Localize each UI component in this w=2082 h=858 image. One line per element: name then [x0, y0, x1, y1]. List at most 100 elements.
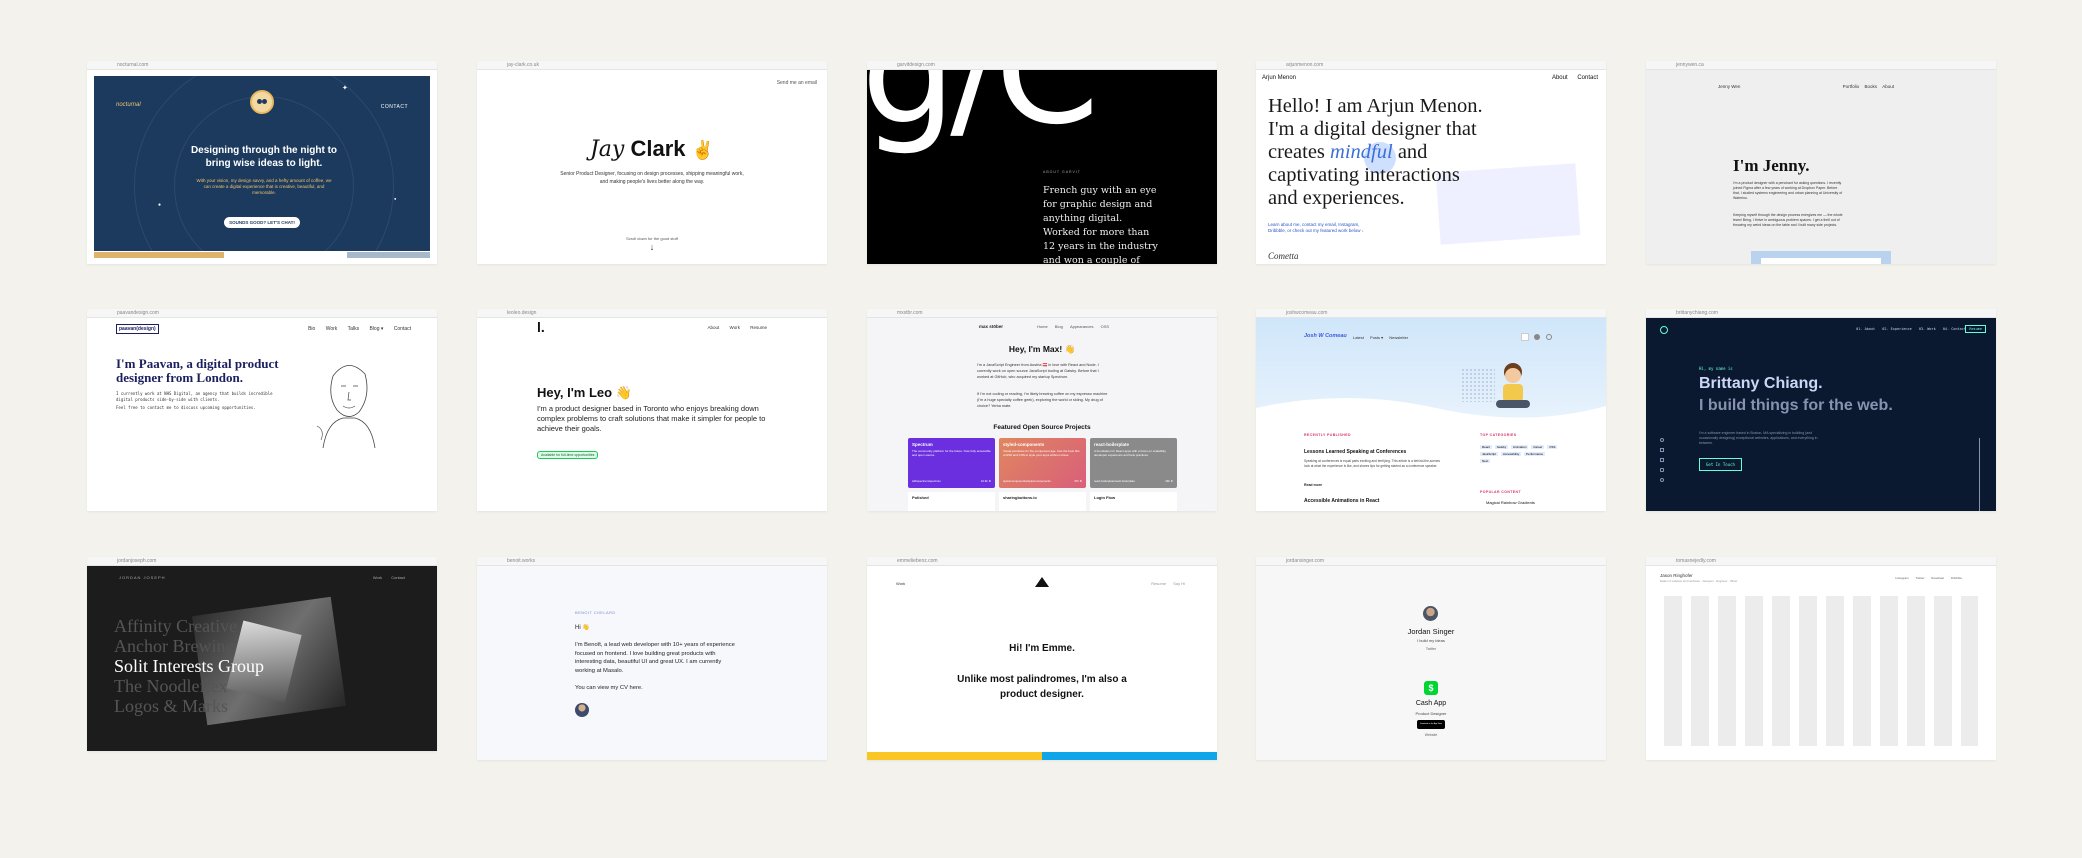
screenshot-card-jordan-joseph[interactable]: jordanjoseph.com JORDAN JOSEPH Work Cont…: [87, 557, 437, 751]
nav-work[interactable]: Work: [373, 575, 382, 580]
site-name[interactable]: Arjun Menon: [1262, 75, 1296, 81]
category-tag[interactable]: Performance: [1524, 452, 1546, 456]
intro-links[interactable]: Learn about me, contact my email, Instag…: [1268, 222, 1368, 234]
nav-blog[interactable]: Blog ▾: [369, 326, 383, 332]
category-tag[interactable]: Gatsby: [1494, 445, 1509, 449]
project-card-small[interactable]: Login Flow: [1090, 492, 1177, 511]
nav-instagram[interactable]: Instagram: [1895, 576, 1908, 580]
post-title[interactable]: Accessible Animations in React: [1304, 498, 1379, 504]
screenshot-card-nocturnal[interactable]: nocturnal.com nocturnal CONTACT ✦ ● ● De…: [87, 61, 437, 264]
category-tag[interactable]: Next: [1480, 459, 1491, 463]
nav-contact[interactable]: Contact: [1577, 75, 1598, 81]
nav-appearances[interactable]: Appearances: [1070, 324, 1094, 329]
nav-work[interactable]: Work: [896, 581, 905, 586]
category-tag[interactable]: React: [1480, 445, 1492, 449]
nav-bio[interactable]: Bio: [308, 326, 315, 332]
category-tag[interactable]: Accessibility: [1500, 452, 1522, 456]
rss-icon[interactable]: [1521, 333, 1529, 341]
nav-about[interactable]: About: [1882, 84, 1894, 89]
instagram-icon[interactable]: [1660, 468, 1664, 472]
site-name[interactable]: Jenny Wen: [1718, 84, 1740, 89]
nav-talks[interactable]: Talks: [348, 326, 359, 332]
screenshot-card-brittany[interactable]: brittanychiang.com 01. About 02. Experie…: [1646, 309, 1996, 511]
screenshot-card-jay-clark[interactable]: jay-clark.co.uk Send me an email Jay Cla…: [477, 61, 827, 264]
twitter-link[interactable]: Twitter: [1256, 647, 1606, 651]
github-icon[interactable]: [1660, 438, 1664, 442]
nav-oss[interactable]: OSS: [1101, 324, 1109, 329]
popular-item[interactable]: Magical Rainbow Gradients: [1486, 500, 1535, 505]
nav-contact[interactable]: Contact: [394, 326, 411, 332]
project-card-small[interactable]: Polished: [908, 492, 995, 511]
theme-toggle-icon[interactable]: [1534, 334, 1540, 340]
site-title[interactable]: Jason Ringhofer: [1660, 573, 1693, 578]
nav-contact[interactable]: Contact: [391, 575, 405, 580]
app-store-badge[interactable]: Download on the App Store: [1417, 720, 1445, 729]
nav-books[interactable]: Books: [1864, 84, 1877, 89]
email-link[interactable]: Send me an email: [777, 80, 817, 86]
screenshot-card-benoit[interactable]: benoit.works BENOIT CHELARD Hi 👋 I'm Ben…: [477, 557, 827, 760]
site-logo[interactable]: l.: [537, 319, 545, 335]
logo-icon[interactable]: [1035, 577, 1049, 587]
nav-portfolio[interactable]: Portfolio: [1843, 84, 1860, 89]
twitter-icon[interactable]: [1660, 478, 1664, 482]
nav-blog[interactable]: Blog: [1055, 324, 1063, 329]
screenshot-card-jason[interactable]: tomasnejedly.com Jason Ringhofer Maker o…: [1646, 557, 1996, 760]
nav-readcast[interactable]: Readcast: [1931, 576, 1944, 580]
nav-home[interactable]: Home: [1037, 324, 1048, 329]
screenshot-card-jenny[interactable]: jennywen.ca Jenny Wen Portfolio Books Ab…: [1646, 61, 1996, 264]
cv-paragraph[interactable]: You can view my CV here.: [575, 685, 643, 691]
project-link[interactable]: Anchor Brewing: [114, 636, 264, 656]
nav-about[interactable]: About: [708, 325, 720, 330]
nav-resume[interactable]: Resume: [1151, 581, 1166, 586]
nav-dribbble[interactable]: Dribbble: [1951, 576, 1962, 580]
project-link[interactable]: The Noodleflex: [114, 676, 264, 696]
project-card[interactable]: Spectrum The community platform for the …: [908, 438, 995, 488]
nav-work[interactable]: Work: [730, 325, 740, 330]
site-logo[interactable]: Josh W Comeau: [1304, 333, 1347, 339]
linkedin-icon[interactable]: [1660, 448, 1664, 452]
contact-link[interactable]: CONTACT: [381, 104, 408, 110]
nav-about[interactable]: 01. About: [1856, 327, 1875, 331]
category-tag[interactable]: CSS: [1547, 445, 1558, 449]
sound-icon[interactable]: [1546, 334, 1552, 340]
project-link[interactable]: Affinity Creative: [114, 616, 264, 636]
site-logo[interactable]: paavan(design): [116, 324, 159, 334]
nav-resume[interactable]: Resume: [750, 325, 767, 330]
project-card-small[interactable]: sharingbuttons.io: [999, 492, 1086, 511]
project-link[interactable]: Logos & Marks: [114, 696, 264, 716]
get-in-touch-button[interactable]: Get In Touch: [1699, 458, 1742, 471]
screenshot-card-paavan[interactable]: paavandesign.com paavan(design) Bio Work…: [87, 309, 437, 511]
nav-newsletter[interactable]: Newsletter: [1389, 335, 1408, 340]
nav-experience[interactable]: 02. Experience: [1882, 327, 1912, 331]
nav-about[interactable]: About: [1552, 75, 1568, 81]
screenshot-card-josh[interactable]: joshwcomeau.com Josh W Comeau Latest Pos…: [1256, 309, 1606, 511]
post-title[interactable]: Lessons Learned Speaking at Conferences: [1304, 449, 1406, 455]
site-name[interactable]: JORDAN JOSEPH: [119, 575, 166, 580]
resume-button[interactable]: Resume: [1965, 325, 1986, 333]
website-link[interactable]: Website: [1256, 733, 1606, 737]
project-card[interactable]: styled-components Visual primitives for …: [999, 438, 1086, 488]
screenshot-card-arjun[interactable]: arjunmenon.com Arjun Menon About Contact…: [1256, 61, 1606, 264]
project-link-active[interactable]: Solit Interests Group: [114, 656, 264, 676]
read-more-link[interactable]: Read more: [1304, 483, 1322, 487]
cta-button[interactable]: SOUNDS GOOD? LET'S CHAT!: [224, 217, 300, 228]
site-logo[interactable]: nocturnal: [116, 102, 141, 108]
codepen-icon[interactable]: [1660, 458, 1664, 462]
arrow-down-icon[interactable]: ↓: [477, 242, 827, 252]
screenshot-card-jordan-singer[interactable]: jordansinger.com Jordan Singer I build m…: [1256, 557, 1606, 760]
screenshot-card-garvit[interactable]: garvitdesign.com g/C ABOUT GARVIT French…: [867, 61, 1217, 264]
project-card[interactable]: react-boilerplate A foundation for React…: [1090, 438, 1177, 488]
nav-posts[interactable]: Posts ▾: [1370, 335, 1383, 340]
screenshot-card-emme[interactable]: emmeliebenz.com Work Resume Say Hi Hi! I…: [867, 557, 1217, 760]
category-tag[interactable]: Career: [1531, 445, 1545, 449]
logo-icon[interactable]: [1660, 326, 1668, 334]
category-tag[interactable]: JavaScript: [1480, 452, 1499, 456]
nav-work[interactable]: 03. Work: [1919, 327, 1936, 331]
screenshot-card-max[interactable]: mxstbr.com max stöber Home Blog Appearan…: [867, 309, 1217, 511]
nav-latest[interactable]: Latest: [1353, 335, 1364, 340]
site-logo[interactable]: max stöber: [979, 324, 1003, 329]
screenshot-card-leo[interactable]: leoleo.design l. About Work Resume Hey, …: [477, 309, 827, 511]
category-tag[interactable]: Animation: [1511, 445, 1529, 449]
nav-say-hi[interactable]: Say Hi: [1173, 581, 1185, 586]
nav-contact[interactable]: 04. Contact: [1943, 327, 1966, 331]
